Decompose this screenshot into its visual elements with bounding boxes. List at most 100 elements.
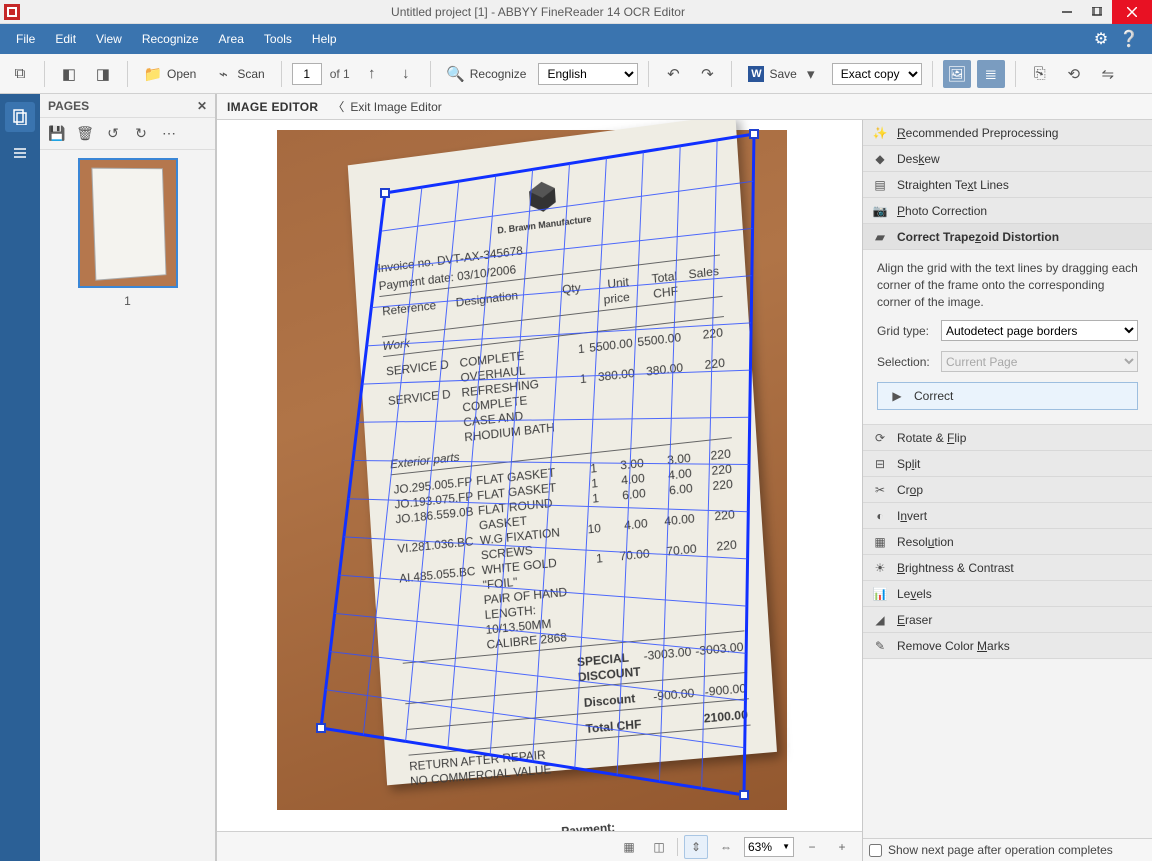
pages-rotate-ccw-button[interactable]: ↺ <box>104 125 122 143</box>
pages-close-button[interactable]: ✕ <box>197 99 207 113</box>
page-number-input[interactable] <box>292 63 322 85</box>
prop-eraser[interactable]: ◢Eraser <box>863 607 1152 633</box>
prop-color-marks[interactable]: ✎Remove Color Marks <box>863 633 1152 659</box>
language-select[interactable]: English <box>538 63 638 85</box>
prop-levels[interactable]: 📊Levels <box>863 581 1152 607</box>
list-tab-button[interactable] <box>5 138 35 168</box>
redo-button[interactable]: ↷ <box>693 60 721 88</box>
rotate-icon: ⟲ <box>1065 65 1083 83</box>
menu-help[interactable]: Help <box>302 24 347 54</box>
correct-button[interactable]: ▶Correct <box>877 382 1138 410</box>
layers-plus-icon: ◧ <box>60 65 78 83</box>
view-split-button[interactable]: ◫ <box>647 835 671 859</box>
trapezoid-body: Align the grid with the text lines by dr… <box>863 250 1152 425</box>
exit-editor-button[interactable]: 〈 Exit Image Editor <box>332 98 441 115</box>
canvas[interactable]: D. Brawn Manufacture Invoice no. DVT-AX-… <box>217 120 862 861</box>
app-icon <box>0 0 24 24</box>
extra-tool-1[interactable]: ⎘ <box>1026 60 1054 88</box>
split-icon: ⊟ <box>871 455 889 473</box>
prop-deskew[interactable]: ◆Deskew <box>863 146 1152 172</box>
prop-straighten[interactable]: ▤Straighten Text Lines <box>863 172 1152 198</box>
prop-trapezoid[interactable]: ▰Correct Trapezoid Distortion <box>863 224 1152 250</box>
maximize-button[interactable] <box>1082 0 1112 24</box>
crop-icon: ✂ <box>871 481 889 499</box>
thumbnail-image <box>78 158 178 288</box>
recognize-button[interactable]: 🔍Recognize <box>441 60 533 88</box>
prop-recommended[interactable]: ✨Recommended Preprocessing <box>863 120 1152 146</box>
menu-edit[interactable]: Edit <box>45 24 86 54</box>
new-task-button[interactable]: ⧉ <box>6 60 34 88</box>
extra-tool-3[interactable]: ⇋ <box>1094 60 1122 88</box>
exit-editor-label: Exit Image Editor <box>350 100 441 114</box>
zoom-out-button[interactable]: − <box>800 835 824 859</box>
layers-button[interactable]: ◨ <box>89 60 117 88</box>
zoom-input[interactable]: 63%▼ <box>744 837 794 857</box>
deskew-icon: ◆ <box>871 150 889 168</box>
save-mode-select[interactable]: Exact copy <box>832 63 922 85</box>
selection-select[interactable]: Current Page <box>941 351 1138 372</box>
pages-panel: PAGES ✕ 💾 🗑 ↺ ↻ ⋯ 1 <box>40 94 216 861</box>
export-icon: ⎘ <box>1031 65 1049 83</box>
menu-tools[interactable]: Tools <box>254 24 302 54</box>
scan-button[interactable]: ⌁Scan <box>208 60 270 88</box>
menu-view[interactable]: View <box>86 24 132 54</box>
resolution-icon: ▦ <box>871 533 889 551</box>
page-up-button[interactable]: ↑ <box>358 60 386 88</box>
undo-button[interactable]: ↶ <box>659 60 687 88</box>
grid-handle-tr[interactable] <box>749 129 759 139</box>
open-label: Open <box>167 67 196 81</box>
text-view-button[interactable]: ≣ <box>977 60 1005 88</box>
image-background: D. Brawn Manufacture Invoice no. DVT-AX-… <box>277 130 787 810</box>
window-controls <box>1052 0 1152 24</box>
page-thumbnail[interactable]: 1 <box>48 158 207 308</box>
page-down-button[interactable]: ↓ <box>392 60 420 88</box>
show-next-page-label: Show next page after operation completes <box>888 843 1113 857</box>
prop-brightness[interactable]: ☀Brightness & Contrast <box>863 555 1152 581</box>
brightness-icon: ☀ <box>871 559 889 577</box>
menu-file[interactable]: File <box>6 24 45 54</box>
grid-handle-bl[interactable] <box>316 723 326 733</box>
help-icon[interactable]: ❔ <box>1118 28 1140 50</box>
menu-recognize[interactable]: Recognize <box>132 24 209 54</box>
layers-add-button[interactable]: ◧ <box>55 60 83 88</box>
titlebar: Untitled project [1] - ABBYY FineReader … <box>0 0 1152 24</box>
grid-handle-br[interactable] <box>739 790 749 800</box>
menu-area[interactable]: Area <box>209 24 254 54</box>
layers-icon: ◨ <box>94 65 112 83</box>
show-next-page-checkbox[interactable] <box>869 844 882 857</box>
right-panel: ✨Recommended Preprocessing ◆Deskew ▤Stra… <box>862 120 1152 861</box>
prop-photo[interactable]: 📷Photo Correction <box>863 198 1152 224</box>
pages-save-button[interactable]: 💾 <box>48 125 66 143</box>
grid-type-select[interactable]: Autodetect page borders <box>941 320 1138 341</box>
fit-width-button[interactable]: ⇔ <box>714 835 738 859</box>
minimize-button[interactable] <box>1052 0 1082 24</box>
settings-icon[interactable]: ⚙ <box>1090 28 1112 50</box>
redo-icon: ↷ <box>698 65 716 83</box>
prop-rotate[interactable]: ⟳Rotate & Flip <box>863 425 1152 451</box>
open-button[interactable]: 📁Open <box>138 60 202 88</box>
word-icon: W <box>748 66 764 82</box>
extra-tool-2[interactable]: ⟲ <box>1060 60 1088 88</box>
save-button[interactable]: WSave▾ <box>742 60 825 88</box>
editor-statusbar: ▦ ◫ ⇕ ⇔ 63%▼ − + <box>217 831 862 861</box>
pages-tab-button[interactable] <box>5 102 35 132</box>
close-button[interactable] <box>1112 0 1152 24</box>
prop-split[interactable]: ⊟Split <box>863 451 1152 477</box>
pages-delete-button[interactable]: 🗑 <box>76 125 94 143</box>
right-panel-footer: Show next page after operation completes <box>863 838 1152 861</box>
grid-handle-tl[interactable] <box>380 188 390 198</box>
zoom-in-button[interactable]: + <box>830 835 854 859</box>
fit-height-button[interactable]: ⇕ <box>684 835 708 859</box>
pages-more-button[interactable]: ⋯ <box>160 125 178 143</box>
view-grid-button[interactable]: ▦ <box>617 835 641 859</box>
trapezoid-desc: Align the grid with the text lines by dr… <box>877 260 1138 310</box>
pages-rotate-cw-button[interactable]: ↻ <box>132 125 150 143</box>
prop-invert[interactable]: ◐Invert <box>863 503 1152 529</box>
prop-resolution[interactable]: ▦Resolution <box>863 529 1152 555</box>
arrow-down-icon: ↓ <box>397 65 415 83</box>
thumbnail-number: 1 <box>48 294 207 308</box>
image-view-button[interactable]: 🖼 <box>943 60 971 88</box>
scanned-document: D. Brawn Manufacture Invoice no. DVT-AX-… <box>348 120 777 785</box>
prop-crop[interactable]: ✂Crop <box>863 477 1152 503</box>
save-label: Save <box>769 67 796 81</box>
